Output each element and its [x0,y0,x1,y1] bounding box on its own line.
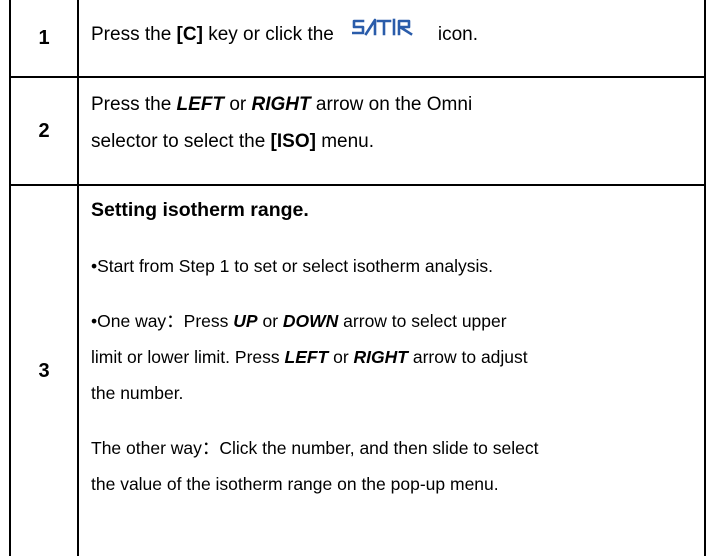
step-row-1: 1 Press the [C] key or click the icon. [9,0,706,78]
step-2-line-1: Press the LEFT or RIGHT arrow on the Omn… [91,86,696,123]
step-3-text-b: arrow to select upper [338,311,507,331]
step-text-2: Press the LEFT or RIGHT arrow on the Omn… [77,76,706,186]
left-arrow-keyword: LEFT [176,94,225,115]
step-number-1: 1 [9,0,79,78]
step-2-or: or [224,94,252,115]
step-2-text-b: arrow on the Omni [310,94,473,115]
iso-menu-keyword: [ISO] [270,131,316,152]
right-arrow-keyword: RIGHT [251,94,311,115]
step-2-line-2: selector to select the [ISO] menu. [91,123,696,160]
step-3-bullet-2-line-3: the number. [91,383,184,403]
down-arrow-keyword: DOWN [282,311,339,331]
step-3-or-a: or [257,311,283,331]
step-3-other-line-2: the value of the isotherm range on the p… [91,474,499,494]
step-3-bullet-2-line-2: limit or lower limit. Press LEFT or RIGH… [91,339,696,375]
step-1-text-b: key or click the [202,24,334,45]
step-3-bullet-2-line-1: •One way：Press UP or DOWN arrow to selec… [91,303,696,339]
left-arrow-keyword-2: LEFT [284,347,329,367]
satir-logo-icon [351,13,416,50]
step-number-2: 2 [9,76,79,186]
step-3-heading: Setting isotherm range. [91,199,309,221]
step-2-text-c: selector to select the [91,131,271,152]
step-2-text-d: menu. [315,131,375,152]
step-3-text-c: limit or lower limit. Press [91,347,285,367]
step-1-text-c: icon. [437,24,479,45]
instruction-steps-table: 1 Press the [C] key or click the icon. 2… [9,0,706,556]
up-arrow-keyword: UP [233,311,258,331]
step-3-bullet-1: •Start from Step 1 to set or select isot… [91,256,493,276]
step-3-text-a: •One way：Press [91,311,234,331]
step-3-other-line-1: The other way：Click the number, and then… [91,438,539,458]
step-1-line: Press the [C] key or click the icon. [91,16,696,53]
step-1-text-a: Press the [91,24,177,45]
right-arrow-keyword-2: RIGHT [353,347,408,367]
step-1-key-c: [C] [176,24,203,45]
step-text-3: Setting isotherm range. •Start from Step… [77,184,706,556]
step-text-1: Press the [C] key or click the icon. [77,0,706,78]
step-3-text-d: arrow to adjust [408,347,528,367]
step-2-text-a: Press the [91,94,177,115]
step-row-2: 2 Press the LEFT or RIGHT arrow on the O… [9,76,706,186]
step-row-3: 3 Setting isotherm range. •Start from St… [9,184,706,556]
step-number-3: 3 [9,184,79,556]
step-3-or-b: or [328,347,354,367]
